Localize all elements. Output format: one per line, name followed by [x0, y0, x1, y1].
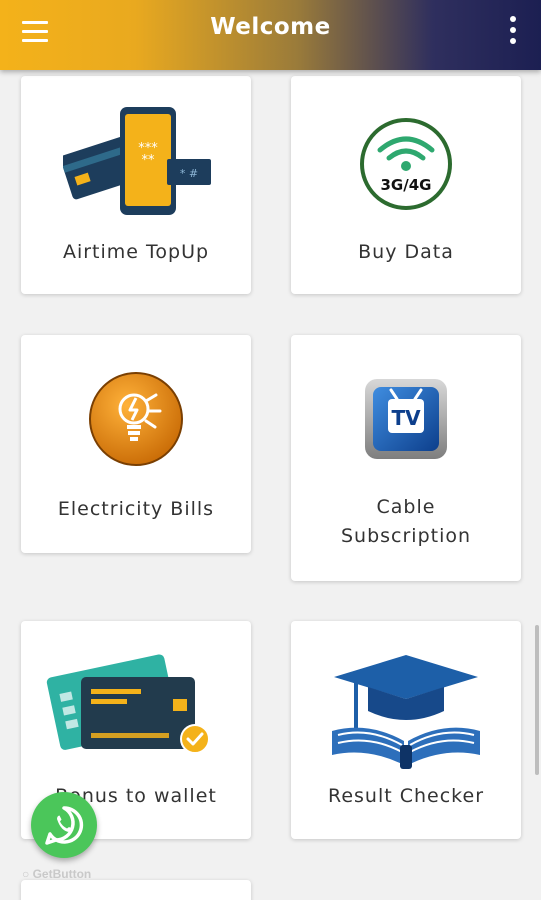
svg-text:**: ** — [142, 153, 156, 168]
electricity-bills-card[interactable]: Electricity Bills — [21, 335, 251, 553]
getbutton-logo-icon: ○ — [22, 867, 30, 881]
next-service-card[interactable] — [21, 880, 251, 900]
airtime-topup-label: Airtime TopUp — [62, 241, 210, 263]
cable-label-line-2: Subscription — [340, 525, 472, 547]
result-checker-label: Result Checker — [327, 785, 485, 807]
buy-data-card[interactable]: 3G/4G Buy Data — [291, 76, 521, 294]
wallet-cards-icon — [46, 654, 210, 754]
3g-4g-text: 3G/4G — [381, 176, 432, 194]
electricity-bills-label: Electricity Bills — [57, 498, 215, 520]
more-vertical-icon[interactable] — [503, 14, 523, 48]
phone-card-icon: *** ** * # — [63, 107, 211, 215]
page-title: Welcome — [210, 14, 331, 40]
tv-text: TV — [391, 406, 421, 430]
cable-label-line-1: Cable — [376, 496, 436, 518]
cable-subscription-card[interactable]: TV Cable Subscription — [291, 335, 521, 581]
app-header: Welcome — [0, 0, 541, 70]
graduation-book-icon — [332, 655, 480, 769]
whatsapp-button[interactable] — [31, 792, 97, 858]
result-checker-card[interactable]: Result Checker — [291, 621, 521, 839]
svg-text:* #: * # — [180, 167, 198, 180]
getbutton-text: GetButton — [32, 867, 92, 881]
3g-4g-wifi-icon: 3G/4G — [360, 118, 452, 210]
buy-data-label: Buy Data — [358, 241, 454, 263]
getbutton-credit[interactable]: ○ GetButton — [22, 867, 91, 881]
bulb-icon — [89, 372, 183, 466]
tv-icon: TV — [365, 379, 447, 459]
scrollbar[interactable] — [535, 625, 539, 775]
airtime-topup-card[interactable]: *** ** * # Airtime TopUp — [21, 76, 251, 294]
cable-subscription-label: Cable Subscription — [291, 493, 521, 551]
whatsapp-icon — [45, 806, 84, 845]
